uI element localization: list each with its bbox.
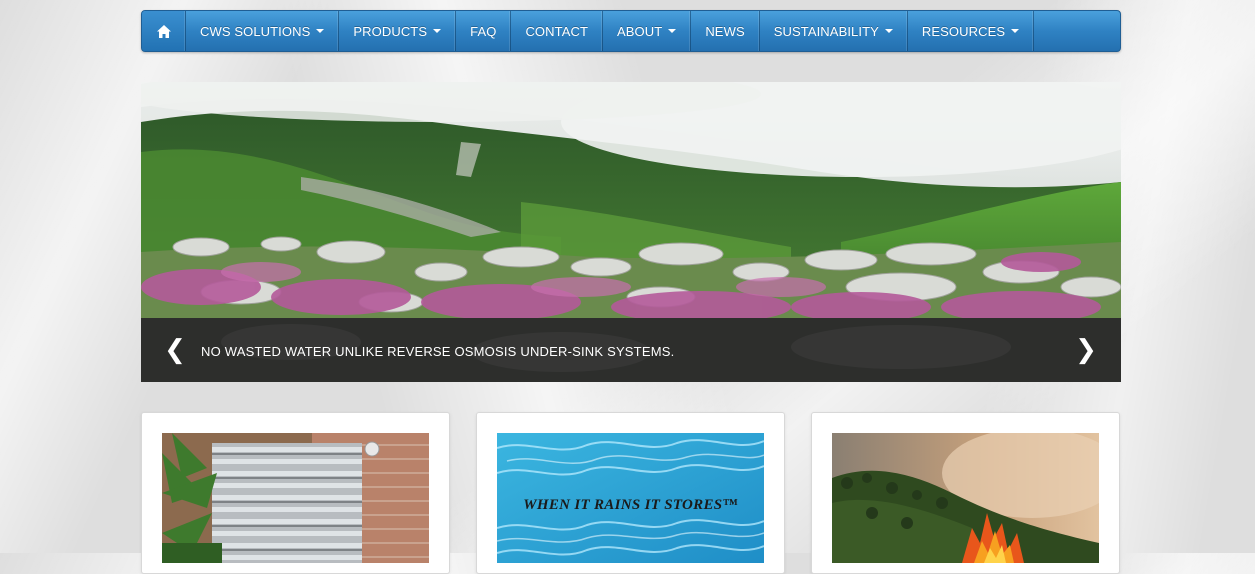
hero-carousel: ❮ NO WASTED WATER UNLIKE REVERSE OSMOSIS… <box>141 82 1121 382</box>
nav-sustainability[interactable]: SUSTAINABILITY <box>760 11 908 51</box>
nav-cws-solutions[interactable]: CWS SOLUTIONS <box>186 11 340 51</box>
chevron-right-icon[interactable]: ❯ <box>1073 337 1099 363</box>
feature-card <box>811 412 1120 574</box>
nav-products[interactable]: PRODUCTS <box>339 11 457 51</box>
forest-fire-image[interactable] <box>832 433 1099 563</box>
chevron-left-icon[interactable]: ❮ <box>162 337 188 363</box>
carousel-caption-bar: ❮ NO WASTED WATER UNLIKE REVERSE OSMOSIS… <box>141 318 1121 382</box>
nav-resources[interactable]: RESOURCES <box>908 11 1035 51</box>
caret-down-icon <box>668 29 677 33</box>
nav-label: RESOURCES <box>921 23 1006 39</box>
nav-label: CONTACT <box>525 23 589 39</box>
carousel-caption: NO WASTED WATER UNLIKE REVERSE OSMOSIS U… <box>201 344 675 359</box>
caret-down-icon <box>316 29 325 33</box>
feature-card: WHEN IT RAINS IT STORES™ <box>476 412 785 574</box>
nav-label: FAQ <box>470 23 497 39</box>
nav-about[interactable]: ABOUT <box>603 11 692 51</box>
nav-label: NEWS <box>705 23 745 39</box>
feature-card <box>141 412 450 574</box>
nav-label: ABOUT <box>617 23 663 39</box>
nav-label: CWS SOLUTIONS <box>200 23 311 39</box>
caret-down-icon <box>884 29 893 33</box>
main-navbar: CWS SOLUTIONS PRODUCTS FAQ CONTACT ABOUT… <box>141 10 1121 52</box>
pool-water-image[interactable]: WHEN IT RAINS IT STORES™ <box>497 433 764 563</box>
nav-label: PRODUCTS <box>353 23 428 39</box>
caret-down-icon <box>433 29 442 33</box>
nav-label: SUSTAINABILITY <box>773 23 879 39</box>
nav-faq[interactable]: FAQ <box>456 11 512 51</box>
card-overlay-text: WHEN IT RAINS IT STORES™ <box>523 497 738 513</box>
water-tank-image[interactable] <box>162 433 429 563</box>
nav-home[interactable] <box>142 11 186 51</box>
home-icon <box>156 24 171 38</box>
caret-down-icon <box>1011 29 1020 33</box>
nav-contact[interactable]: CONTACT <box>511 11 604 51</box>
nav-news[interactable]: NEWS <box>691 11 760 51</box>
